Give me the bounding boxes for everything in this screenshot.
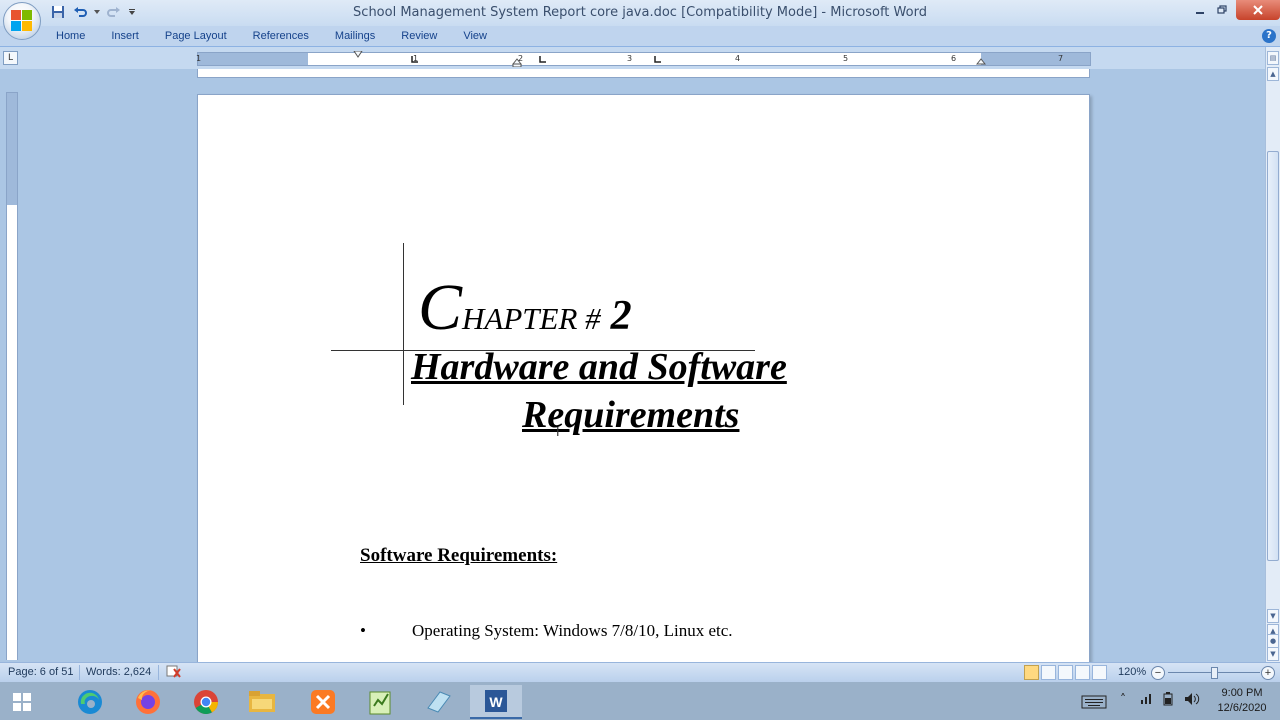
mouse-ibeam-cursor-icon: I xyxy=(556,425,560,439)
proofing-errors-icon[interactable] xyxy=(166,665,182,682)
view-ruler-icon[interactable]: ▤ xyxy=(1267,51,1279,65)
right-indent-marker[interactable] xyxy=(976,57,986,65)
web-layout-view-button[interactable] xyxy=(1058,665,1073,680)
document-area[interactable]: CHAPTER # 2 Hardware and Software Require… xyxy=(22,69,1265,662)
tab-references[interactable]: References xyxy=(240,30,322,42)
status-separator xyxy=(79,665,80,680)
tab-review[interactable]: Review xyxy=(388,30,450,42)
firefox-icon[interactable] xyxy=(122,685,174,719)
volume-icon[interactable] xyxy=(1184,692,1200,709)
scroll-thumb[interactable] xyxy=(1267,151,1279,561)
tab-mailings[interactable]: Mailings xyxy=(322,30,388,42)
tab-view[interactable]: View xyxy=(450,30,500,42)
microsoft-word-icon[interactable]: W xyxy=(470,685,522,719)
ruler-text-area xyxy=(308,53,981,65)
tab-stop-marker[interactable] xyxy=(538,56,546,64)
list-item: • Operating System: Windows 7/8/10, Linu… xyxy=(358,621,733,641)
bullet-icon: • xyxy=(360,621,366,640)
office-button[interactable] xyxy=(3,2,41,40)
select-browse-object-button[interactable]: ● xyxy=(1267,634,1279,648)
status-separator xyxy=(158,665,159,680)
chapter-number: 2 xyxy=(610,293,632,339)
scroll-up-button[interactable]: ▲ xyxy=(1267,67,1279,81)
help-icon[interactable]: ? xyxy=(1262,29,1276,43)
ruler-number: 7 xyxy=(1058,54,1064,63)
horizontal-ruler[interactable]: 1 1 2 3 4 5 6 7 xyxy=(196,51,1091,67)
zoom-out-button[interactable]: − xyxy=(1151,666,1165,680)
chapter-label: HAPTER # xyxy=(462,301,601,336)
edge-browser-icon[interactable] xyxy=(64,685,116,719)
ruler-number: 3 xyxy=(627,54,633,63)
draft-view-button[interactable] xyxy=(1092,665,1107,680)
app-icon[interactable] xyxy=(412,685,464,719)
ruler-number: 1 xyxy=(196,54,202,63)
first-line-indent-marker[interactable] xyxy=(353,51,363,59)
document-page[interactable]: CHAPTER # 2 Hardware and Software Require… xyxy=(197,94,1090,662)
page-count[interactable]: Page: 6 of 51 xyxy=(8,666,73,678)
file-explorer-icon[interactable] xyxy=(236,685,288,719)
tab-stop-marker[interactable] xyxy=(653,56,661,64)
list-item-text: Operating System: Windows 7/8/10, Linux … xyxy=(412,621,733,640)
section-title: Software Requirements: xyxy=(360,545,558,566)
system-clock[interactable]: 9:00 PM 12/6/2020 xyxy=(1212,686,1272,716)
tab-insert[interactable]: Insert xyxy=(98,30,152,42)
outline-view-button[interactable] xyxy=(1075,665,1090,680)
ruler-bar: L 1 1 2 3 4 5 6 7 xyxy=(0,47,1265,69)
tab-selector-button[interactable]: L xyxy=(3,51,18,65)
hanging-indent-marker[interactable] xyxy=(512,57,522,67)
ribbon-tab-bar: Home Insert Page Layout References Maili… xyxy=(0,26,1280,47)
zoom-in-button[interactable]: + xyxy=(1261,666,1275,680)
vertical-ruler[interactable] xyxy=(6,92,18,660)
windows-taskbar: W ˄ 9:00 PM 12/6/2020 xyxy=(0,682,1280,720)
tab-home[interactable]: Home xyxy=(43,30,98,42)
zoom-slider-thumb[interactable] xyxy=(1211,667,1218,679)
vertical-scrollbar[interactable]: ▤ ▲ ▼ ▲ ● ▼ xyxy=(1265,47,1280,662)
previous-page-edge xyxy=(197,69,1090,78)
restore-button[interactable] xyxy=(1208,0,1236,20)
scroll-down-button[interactable]: ▼ xyxy=(1267,609,1279,623)
office-logo-icon xyxy=(11,10,33,32)
next-page-button[interactable]: ▼ xyxy=(1267,647,1279,661)
print-layout-view-button[interactable] xyxy=(1024,665,1039,680)
notepad-plus-plus-icon[interactable] xyxy=(354,685,406,719)
chapter-title-line2: Requirements xyxy=(522,394,740,436)
windows-start-icon[interactable] xyxy=(0,685,44,719)
tab-page-layout[interactable]: Page Layout xyxy=(152,30,240,42)
ruler-number: 6 xyxy=(951,54,957,63)
tab-stop-marker[interactable] xyxy=(410,56,418,64)
clock-date: 12/6/2020 xyxy=(1217,702,1267,714)
xampp-icon[interactable] xyxy=(297,685,349,719)
close-button[interactable] xyxy=(1236,0,1280,20)
word-count[interactable]: Words: 2,624 xyxy=(86,666,151,678)
status-bar: Page: 6 of 51 Words: 2,624 120% − + xyxy=(0,662,1280,682)
chapter-initial: C xyxy=(418,271,463,344)
network-icon[interactable] xyxy=(1140,692,1154,707)
chapter-title-line1: Hardware and Software xyxy=(411,346,787,388)
ruler-number: 5 xyxy=(843,54,849,63)
zoom-level[interactable]: 120% xyxy=(1118,666,1146,678)
chapter-heading: CHAPTER # 2 xyxy=(418,270,632,346)
battery-icon[interactable] xyxy=(1162,692,1174,709)
decorative-vertical-line xyxy=(403,243,404,405)
keyboard-icon[interactable] xyxy=(1074,685,1114,719)
vertical-ruler-text-area xyxy=(7,205,17,660)
title-bar: School Management System Report core jav… xyxy=(0,0,1280,26)
svg-text:W: W xyxy=(489,694,503,710)
clock-time: 9:00 PM xyxy=(1221,687,1263,699)
full-screen-reading-view-button[interactable] xyxy=(1041,665,1056,680)
ruler-number: 4 xyxy=(735,54,741,63)
chrome-icon[interactable] xyxy=(180,685,232,719)
show-hidden-icons-icon[interactable]: ˄ xyxy=(1120,692,1126,706)
window-title: School Management System Report core jav… xyxy=(353,5,927,20)
